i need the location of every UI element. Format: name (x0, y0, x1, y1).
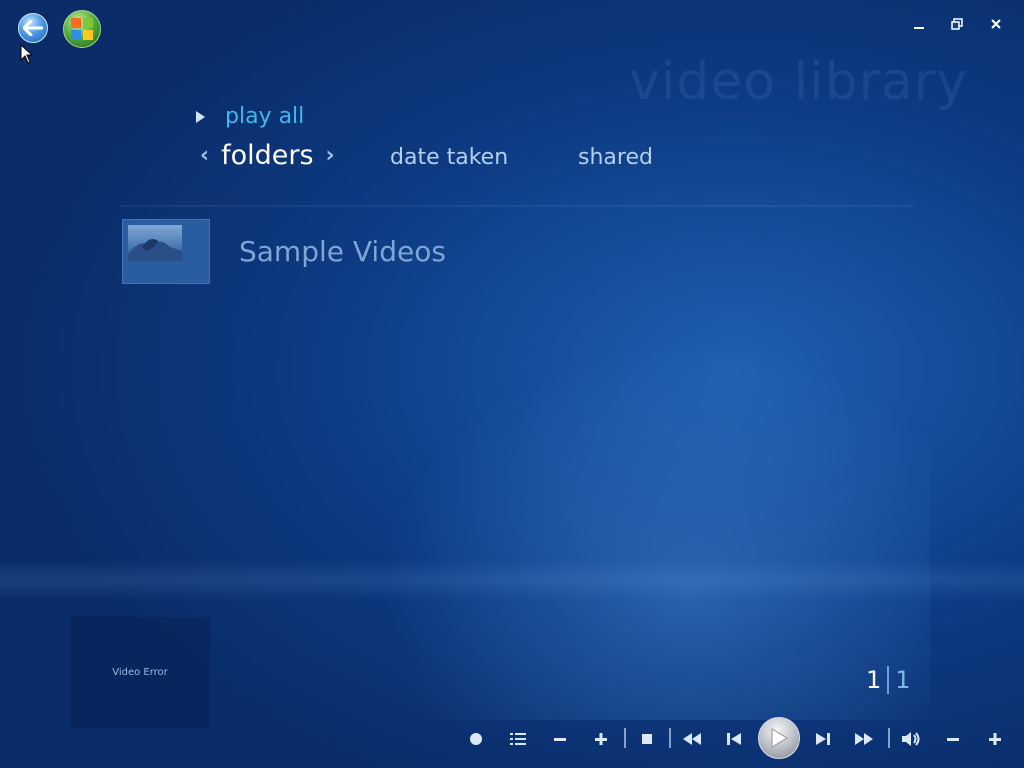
windows-orb-icon (71, 18, 93, 40)
minimize-button[interactable] (908, 14, 930, 34)
play-all-label: play all (225, 104, 305, 129)
channel-down-button[interactable] (547, 726, 573, 752)
fast-forward-icon (855, 733, 873, 745)
folder-label: Sample Videos (239, 235, 446, 268)
restore-button[interactable] (946, 14, 968, 34)
plus-icon (989, 733, 1001, 745)
play-icon (771, 728, 788, 748)
guide-button[interactable] (505, 726, 531, 752)
windows-start-button[interactable] (63, 10, 101, 48)
page-title-watermark: video library (629, 52, 968, 112)
pivot-item-folders[interactable]: folders (221, 140, 313, 171)
inset-video-window[interactable]: Video Error (70, 617, 210, 727)
rewind-icon (683, 733, 701, 745)
back-button[interactable] (18, 13, 48, 43)
background-glow (330, 300, 930, 720)
play-pause-button[interactable] (758, 717, 800, 759)
previous-track-button[interactable] (721, 726, 747, 752)
transport-separator (624, 728, 626, 748)
pivot-item-shared[interactable]: shared (578, 145, 653, 170)
thumbnail-scene-icon (128, 239, 182, 261)
pivot-active-group: ‹ folders › (200, 140, 335, 171)
list-icon (510, 733, 526, 745)
mute-button[interactable] (898, 726, 924, 752)
page-total: 1 (895, 666, 911, 694)
next-track-button[interactable] (810, 726, 836, 752)
record-button[interactable] (463, 726, 489, 752)
volume-up-button[interactable] (982, 726, 1008, 752)
play-triangle-icon (196, 110, 205, 123)
pivot-item-date-taken[interactable]: date taken (390, 145, 508, 170)
content-divider (120, 205, 914, 207)
skip-forward-icon (816, 733, 830, 745)
chevron-right-icon[interactable]: › (326, 143, 335, 168)
folder-thumbnail (122, 219, 210, 284)
close-button[interactable] (985, 14, 1007, 34)
minimize-icon (914, 27, 924, 29)
record-icon (470, 733, 482, 745)
video-thumbnail-image (128, 225, 182, 261)
transport-separator (888, 728, 890, 748)
folder-tile[interactable]: Sample Videos (122, 219, 452, 284)
mouse-cursor-icon (20, 44, 34, 64)
fast-forward-button[interactable] (851, 726, 877, 752)
chevron-left-icon[interactable]: ‹ (200, 143, 209, 168)
page-separator (887, 666, 890, 694)
close-icon (991, 19, 1001, 29)
transport-controls (460, 716, 1020, 760)
speaker-icon (902, 732, 920, 746)
restore-icon (951, 18, 963, 30)
transport-separator (669, 728, 671, 748)
channel-up-button[interactable] (588, 726, 614, 752)
minus-icon (554, 738, 566, 741)
back-arrow-icon (23, 20, 43, 36)
volume-down-button[interactable] (940, 726, 966, 752)
page-current: 1 (866, 666, 882, 694)
skip-back-icon (727, 733, 741, 745)
play-all-button[interactable]: play all (196, 104, 304, 129)
stop-icon (642, 734, 652, 744)
stop-button[interactable] (634, 726, 660, 752)
minus-icon (947, 738, 959, 741)
page-indicator: 1 1 (866, 666, 911, 694)
video-error-text: Video Error (112, 666, 168, 678)
plus-icon (595, 733, 607, 745)
background-streak (0, 560, 1024, 600)
rewind-button[interactable] (679, 726, 705, 752)
